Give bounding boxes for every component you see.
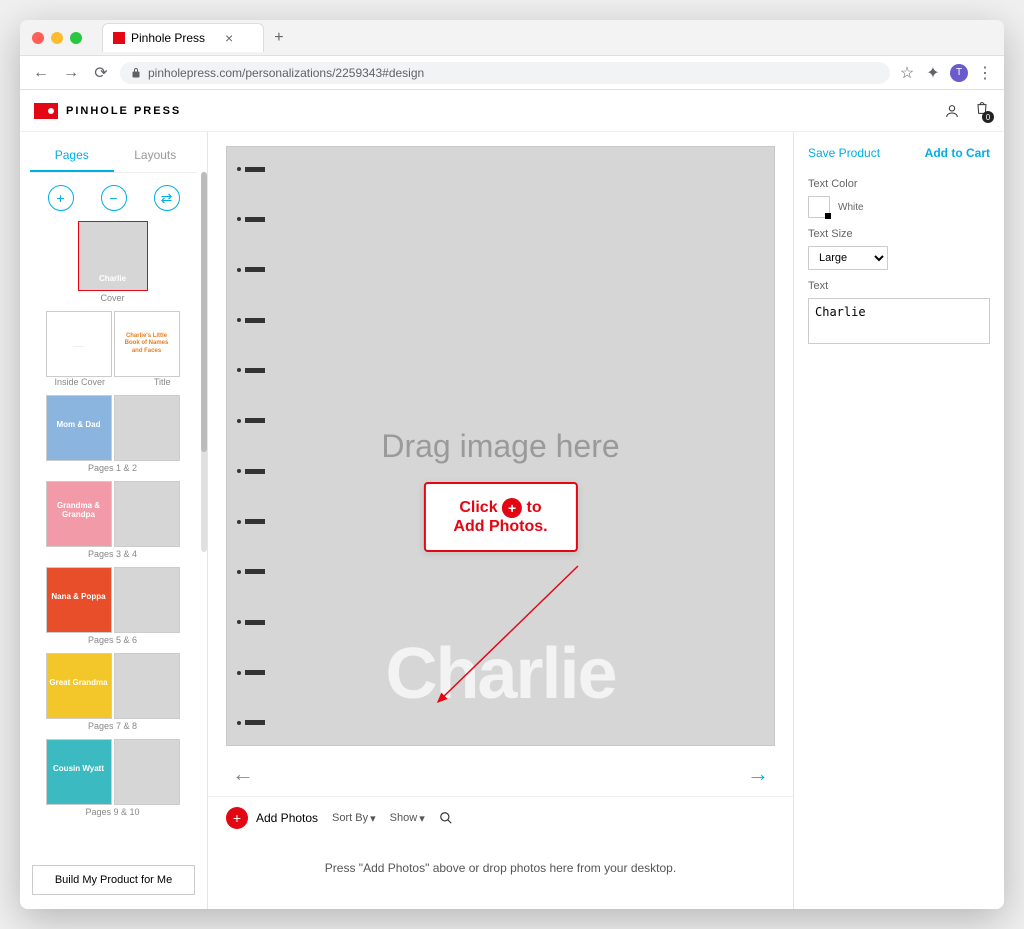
profile-badge[interactable]: T [950,64,968,82]
text-label: Text [808,280,990,292]
text-input[interactable]: Charlie [808,298,990,344]
swap-page-button[interactable]: ⇄ [154,185,180,211]
plus-icon: + [502,498,522,518]
add-page-button[interactable]: + [48,185,74,211]
thumb-inside-title[interactable]: _____ Charlie's Little Book of Names and… [30,311,195,387]
menu-icon[interactable]: ⋮ [976,63,994,83]
thumb-pages-1-2[interactable]: Mom & Dad Pages 1 & 2 [30,395,195,473]
search-icon[interactable] [439,811,453,825]
color-swatch-icon [808,196,830,218]
thumb-pages-7-8[interactable]: Great Grandma Pages 7 & 8 [30,653,195,731]
tab-layouts[interactable]: Layouts [114,140,198,172]
address-field[interactable]: pinholepress.com/personalizations/225934… [120,62,890,84]
extensions-icon[interactable]: ✦ [924,63,942,83]
text-size-label: Text Size [808,228,990,240]
drop-instructions: Press "Add Photos" above or drop photos … [226,829,775,899]
add-photos-button[interactable]: + Add Photos [226,807,318,829]
site-header: PINHOLE PRESS 0 [20,90,1004,132]
cover-thumb-label: Charlie [79,275,147,284]
prev-page-button[interactable]: ← [232,761,254,787]
save-product-button[interactable]: Save Product [808,146,880,160]
drop-placeholder: Drag image here [381,428,619,465]
cart-button[interactable]: 0 [974,100,990,121]
browser-tabs: Pinhole Press × + [102,23,284,52]
show-dropdown[interactable]: Show▾ [390,812,425,825]
page-nav: ← → [208,752,793,796]
thumb-pages-9-10[interactable]: Cousin Wyatt Pages 9 & 10 [30,739,195,817]
forward-button[interactable]: → [60,64,82,82]
reload-button[interactable]: ⟳ [90,63,112,83]
text-color-label: Text Color [808,178,990,190]
sidebar-tabs: Pages Layouts [30,140,197,173]
left-sidebar: Pages Layouts + − ⇄ Charlie Cover [20,132,208,909]
remove-page-button[interactable]: − [101,185,127,211]
build-product-button[interactable]: Build My Product for Me [32,865,195,895]
chevron-down-icon: ▾ [419,812,425,825]
lock-icon [130,67,142,79]
brand-logo[interactable]: PINHOLE PRESS [34,103,181,119]
sidebar-tools: + − ⇄ [30,173,197,221]
name-overlay: Charlie [227,633,774,715]
window-controls [32,32,82,44]
main-area: Pages Layouts + − ⇄ Charlie Cover [20,132,1004,909]
thumb-pages-5-6[interactable]: Nana & Poppa Pages 5 & 6 [30,567,195,645]
favicon-icon [113,32,125,44]
sort-by-dropdown[interactable]: Sort By▾ [332,812,376,825]
tab-title: Pinhole Press [131,31,205,45]
onboarding-tooltip: Click + to Add Photos. [423,482,577,552]
cover-caption: Cover [30,293,195,303]
page-thumbnails: Charlie Cover _____ Charlie's Little Boo… [30,221,197,859]
back-button[interactable]: ← [30,64,52,82]
text-size-select[interactable]: Large [808,246,888,270]
url-bar: ← → ⟳ pinholepress.com/personalizations/… [20,56,1004,90]
text-color-picker[interactable]: White [808,196,990,218]
browser-window: Pinhole Press × + ← → ⟳ pinholepress.com… [20,20,1004,909]
thumb-pages-3-4[interactable]: Grandma & Grandpa Pages 3 & 4 [30,481,195,559]
new-tab-button[interactable]: + [274,29,283,47]
maximize-window-icon[interactable] [70,32,82,44]
tab-pages[interactable]: Pages [30,140,114,172]
account-icon[interactable] [944,103,960,119]
titlebar: Pinhole Press × + [20,20,1004,56]
next-page-button[interactable]: → [747,761,769,787]
browser-tab-active[interactable]: Pinhole Press × [102,23,264,52]
add-to-cart-button[interactable]: Add to Cart [925,146,990,160]
center-panel: Drag image here Charlie Click + to Add P… [208,132,794,909]
header-actions: 0 [944,100,990,121]
sidebar-scrollbar[interactable] [201,172,207,552]
add-icon: + [226,807,248,829]
logo-icon [34,103,58,119]
cart-count: 0 [982,111,994,123]
minimize-window-icon[interactable] [51,32,63,44]
close-window-icon[interactable] [32,32,44,44]
thumb-cover[interactable]: Charlie Cover [30,221,195,303]
design-canvas[interactable]: Drag image here Charlie [226,146,775,746]
brand-text: PINHOLE PRESS [66,105,181,117]
bookmark-icon[interactable]: ☆ [898,63,916,83]
properties-panel: Save Product Add to Cart Text Color Whit… [794,132,1004,909]
canvas-area: Drag image here Charlie Click + to Add P… [208,132,793,752]
url-text: pinholepress.com/personalizations/225934… [148,66,424,80]
photo-bar: + Add Photos Sort By▾ Show▾ Press "Add P… [208,796,793,909]
tab-close-icon[interactable]: × [225,30,233,46]
chevron-down-icon: ▾ [370,812,376,825]
